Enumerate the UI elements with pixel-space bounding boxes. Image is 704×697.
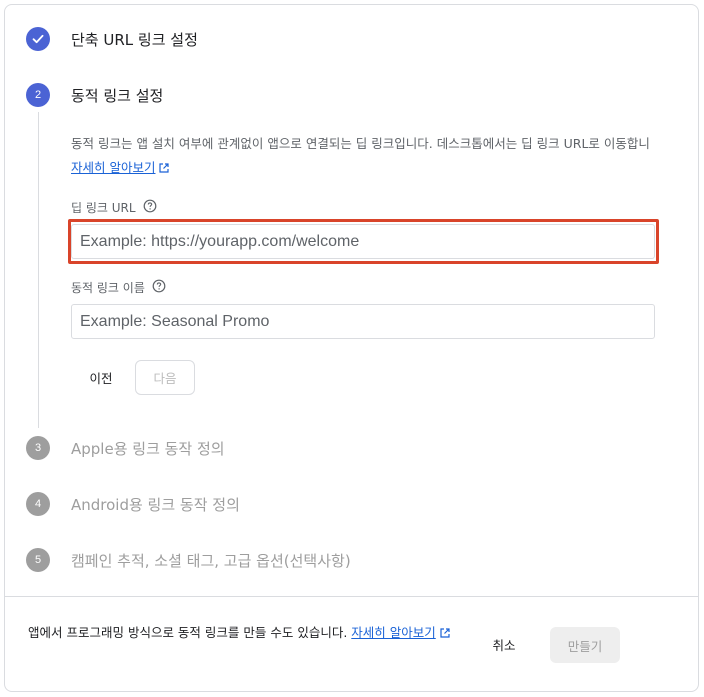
step-5[interactable]: 5 캠페인 추적, 소셜 태그, 고급 옵션(선택사항)	[26, 547, 351, 573]
deep-link-label-text: 딥 링크 URL	[71, 201, 136, 215]
step-1[interactable]: 단축 URL 링크 설정	[26, 26, 198, 52]
learn-more-link[interactable]: 자세히 알아보기	[71, 160, 155, 175]
footer-note: 앱에서 프로그래밍 방식으로 동적 링크를 만들 수도 있습니다. 자세히 알아…	[28, 623, 451, 645]
step-1-check-icon	[26, 27, 50, 51]
step-4-title: Android용 링크 동작 정의	[71, 495, 240, 514]
step-2[interactable]: 2 동적 링크 설정	[26, 82, 163, 108]
step-2-title: 동적 링크 설정	[71, 86, 164, 105]
step-3[interactable]: 3 Apple용 링크 동작 정의	[26, 435, 225, 461]
help-icon[interactable]	[152, 279, 166, 296]
external-link-icon	[158, 158, 170, 182]
cancel-button[interactable]: 취소	[478, 627, 530, 661]
step-5-number: 5	[26, 548, 50, 572]
next-button[interactable]: 다음	[135, 360, 195, 395]
step-3-title: Apple용 링크 동작 정의	[71, 439, 225, 458]
help-icon[interactable]	[143, 199, 157, 216]
step-2-description: 동적 링크는 앱 설치 여부에 관계없이 앱으로 연결되는 딥 링크입니다. 데…	[71, 132, 681, 182]
footer-note-text: 앱에서 프로그래밍 방식으로 동적 링크를 만들 수도 있습니다.	[28, 625, 348, 640]
prev-button[interactable]: 이전	[72, 360, 130, 394]
footer-learn-more-link[interactable]: 자세히 알아보기	[351, 625, 435, 640]
step-4-number: 4	[26, 492, 50, 516]
link-name-label: 동적 링크 이름	[71, 279, 166, 296]
description-text: 동적 링크는 앱 설치 여부에 관계없이 앱으로 연결되는 딥 링크입니다. 데…	[71, 136, 650, 151]
step-5-title: 캠페인 추적, 소셜 태그, 고급 옵션(선택사항)	[71, 551, 351, 570]
step-2-number: 2	[26, 83, 50, 107]
dynamic-link-name-input[interactable]	[71, 304, 655, 339]
footer-divider	[4, 596, 699, 597]
create-button[interactable]: 만들기	[550, 627, 620, 663]
deep-link-label: 딥 링크 URL	[71, 199, 157, 216]
stepper-rail	[38, 112, 39, 428]
step-3-number: 3	[26, 436, 50, 460]
step-1-title: 단축 URL 링크 설정	[71, 30, 198, 49]
link-name-label-text: 동적 링크 이름	[71, 281, 145, 295]
external-link-icon	[439, 625, 451, 645]
deep-link-url-input[interactable]	[71, 224, 655, 259]
step-4[interactable]: 4 Android용 링크 동작 정의	[26, 491, 240, 517]
